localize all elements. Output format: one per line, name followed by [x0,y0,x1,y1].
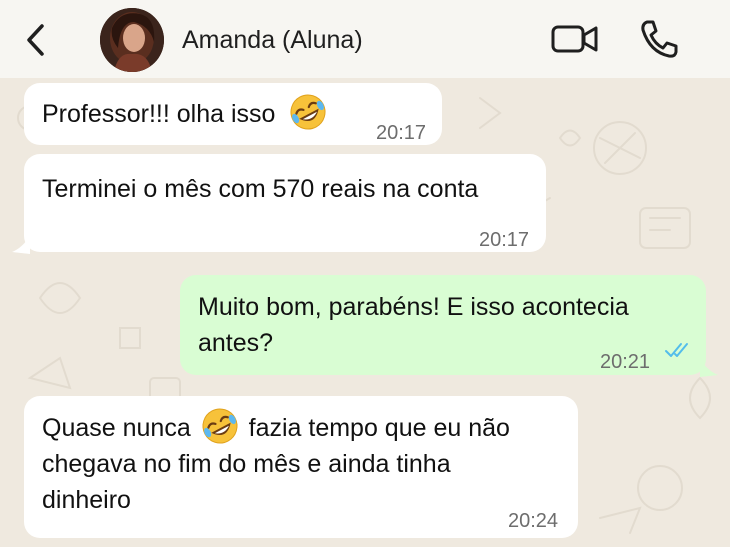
rolling-on-floor-laughing-emoji-icon [290,94,326,130]
message-text-segment: fazia tempo que eu não [248,414,510,442]
message-text: Professor!!! olha isso [42,94,328,132]
message-timestamp: 20:21 [600,351,651,373]
bubble-tail [12,236,30,254]
back-arrow-icon[interactable] [22,22,52,58]
message-text-segment: Professor!!! olha isso [42,100,276,128]
message-timestamp: 20:24 [508,510,559,532]
message-bubble-incoming[interactable]: Quase nunca fazia tempo que eu não chega… [24,396,578,538]
message-text-line: Muito bom, parabéns! E isso acontecia [198,293,629,321]
chat-header: Amanda (Aluna) [0,0,730,78]
message-text: Terminei o mês com 570 reais na conta [42,175,479,203]
message-timestamp: 20:17 [376,122,427,144]
message-bubble-incoming[interactable]: Professor!!! olha isso 20:17 [24,83,442,145]
double-check-read-icon [665,343,688,357]
rolling-on-floor-laughing-emoji-icon [202,408,238,444]
message-text-line: antes? [198,329,274,357]
bubble-tail [700,359,718,377]
message-text-line: chegava no fim do mês e ainda tinha [42,450,451,479]
video-call-icon[interactable] [550,20,600,58]
message-text-line: Quase nunca fazia tempo que eu não [42,408,510,446]
message-text-segment: Quase nunca [42,414,191,442]
message-bubble-outgoing[interactable]: Muito bom, parabéns! E isso acontecia an… [180,275,706,375]
message-bubble-incoming[interactable]: Terminei o mês com 570 reais na conta 20… [24,154,546,252]
contact-name[interactable]: Amanda (Aluna) [182,26,363,55]
phone-call-icon[interactable] [638,18,680,60]
message-text-line: dinheiro [42,486,131,515]
chat-area[interactable]: Professor!!! olha isso 20:17 Terminei o … [0,78,730,547]
message-text: Muito bom, parabéns! E isso acontecia an… [198,289,629,361]
avatar[interactable] [100,8,164,72]
message-timestamp: 20:17 [479,229,530,251]
message-text: Quase nunca fazia tempo que eu não chega… [42,408,510,518]
